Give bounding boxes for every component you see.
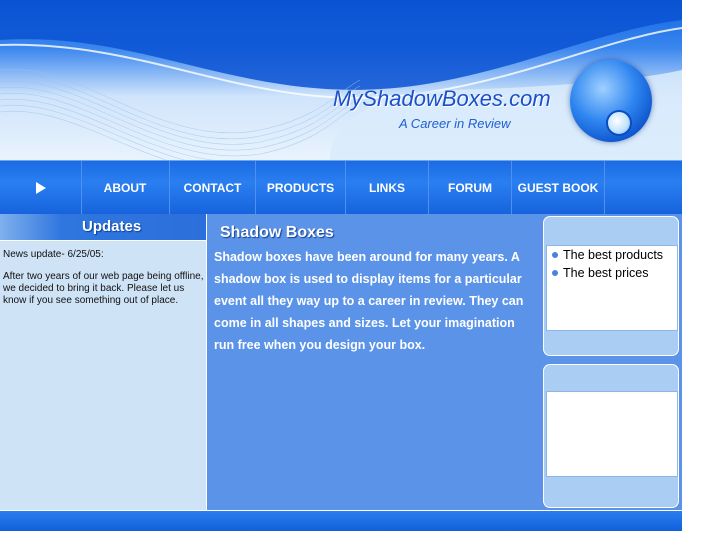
updates-heading: Updates bbox=[82, 218, 142, 235]
bullet-text: The best products bbox=[563, 248, 664, 262]
nav-products[interactable]: PRODUCTS bbox=[256, 161, 346, 215]
nav-contact[interactable]: CONTACT bbox=[170, 161, 256, 215]
list-item: The best products bbox=[552, 248, 663, 262]
empty-box-inner bbox=[546, 391, 678, 477]
logo-orb-dot-icon bbox=[606, 110, 632, 136]
content-text: Shadow boxes have been around for many y… bbox=[214, 250, 524, 352]
main-content: Shadow Boxes Shadow boxes have been arou… bbox=[207, 214, 540, 510]
nav-bar: ABOUT CONTACT PRODUCTS LINKS FORUM GUEST… bbox=[0, 160, 682, 215]
news-body: After two years of our web page being of… bbox=[3, 271, 204, 306]
play-arrow-icon[interactable] bbox=[0, 161, 82, 215]
news-date: News update- 6/25/05: bbox=[3, 249, 104, 260]
footer-bar bbox=[0, 510, 682, 531]
right-sidebar: The best products The best prices bbox=[540, 214, 682, 510]
updates-panel: Updates News update- 6/25/05: After two … bbox=[0, 214, 207, 510]
content-title: Shadow Boxes bbox=[220, 224, 334, 241]
list-item: The best prices bbox=[552, 266, 648, 280]
bullet-icon bbox=[552, 270, 558, 276]
features-box: The best products The best prices bbox=[543, 216, 679, 356]
site-title: MyShadowBoxes.com bbox=[333, 86, 551, 111]
nav-guest-book[interactable]: GUEST BOOK bbox=[512, 161, 605, 215]
nav-forum[interactable]: FORUM bbox=[429, 161, 512, 215]
bullet-text: The best prices bbox=[563, 266, 649, 280]
features-list: The best products The best prices bbox=[546, 245, 678, 331]
empty-box bbox=[543, 364, 679, 508]
site-tagline: A Career in Review bbox=[399, 116, 511, 131]
nav-about[interactable]: ABOUT bbox=[81, 161, 170, 215]
bullet-icon bbox=[552, 252, 558, 258]
page: MyShadowBoxes.com A Career in Review ABO… bbox=[0, 0, 682, 545]
header-banner: MyShadowBoxes.com A Career in Review bbox=[0, 0, 682, 160]
nav-links[interactable]: LINKS bbox=[346, 161, 429, 215]
updates-header: Updates bbox=[0, 214, 206, 241]
